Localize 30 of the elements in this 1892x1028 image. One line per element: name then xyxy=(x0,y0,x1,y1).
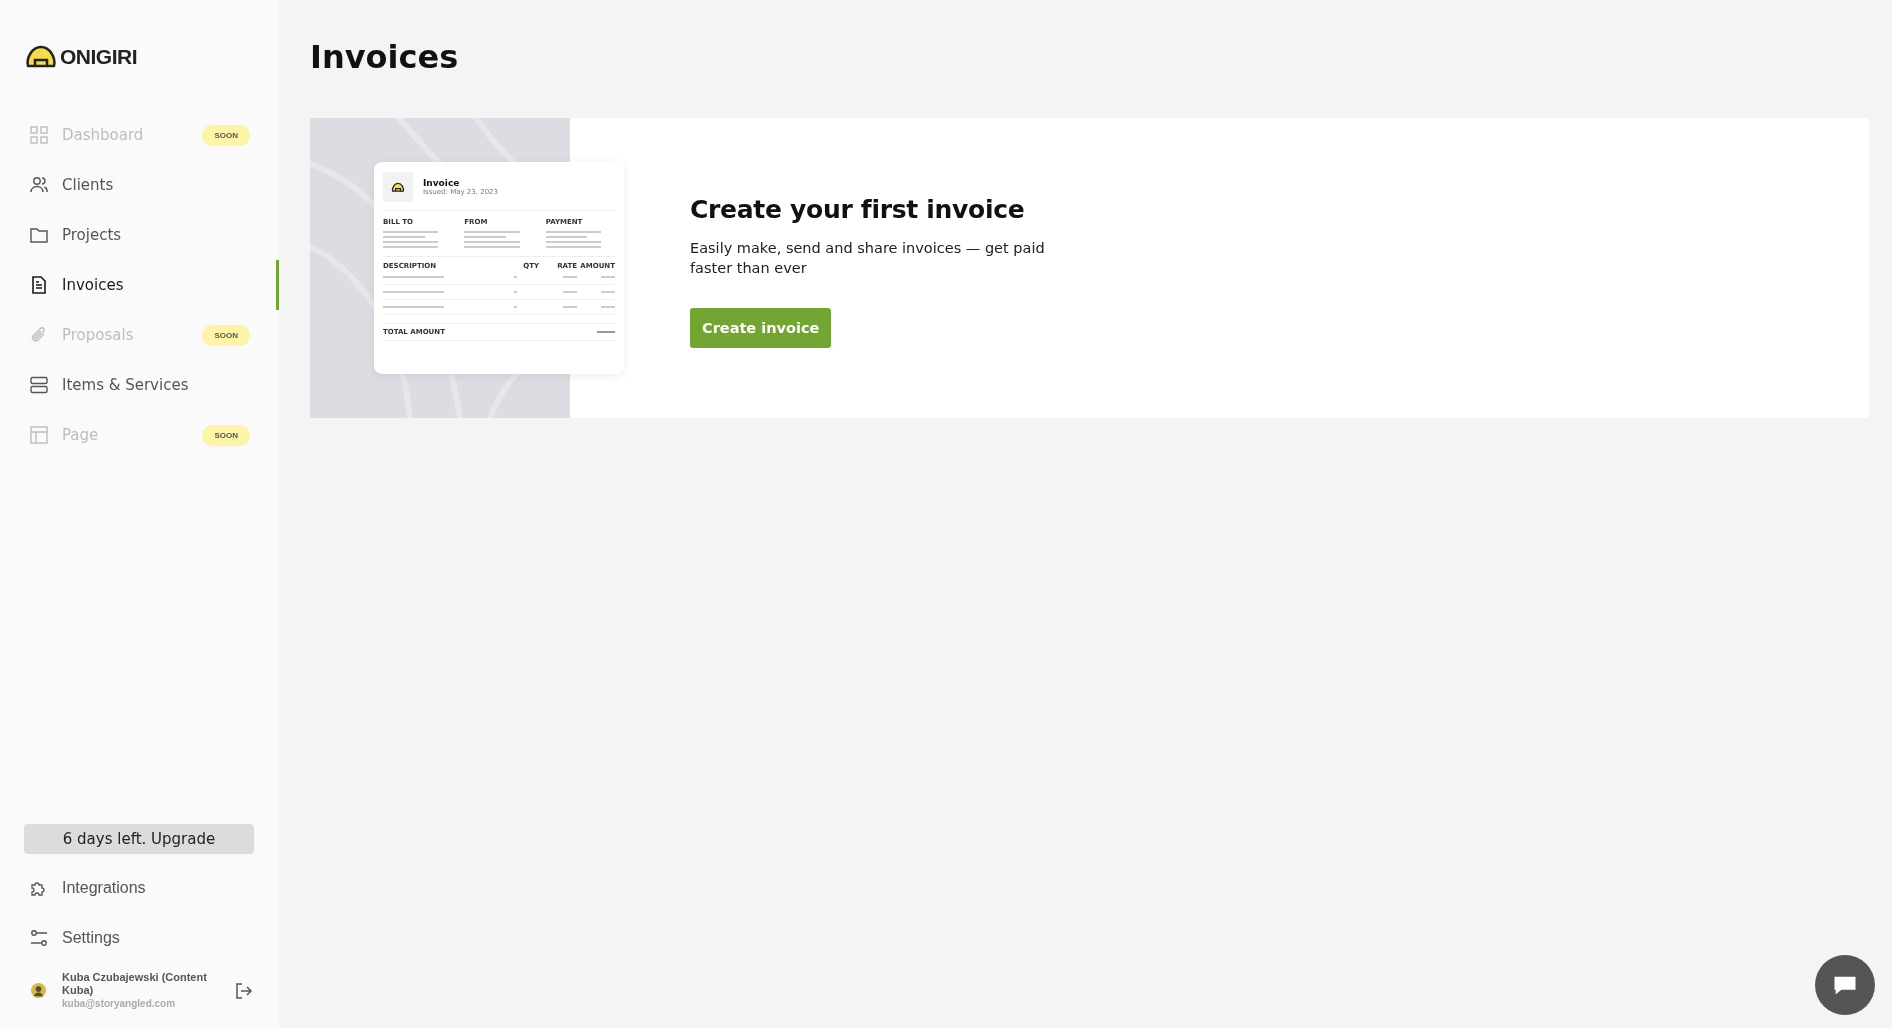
onigiri-logo-icon xyxy=(391,181,405,193)
sliders-icon xyxy=(29,928,49,948)
grid-icon xyxy=(29,125,49,145)
soon-badge: SOON xyxy=(202,124,250,146)
nav-item[interactable]: Items & Services xyxy=(0,360,279,410)
nav-item[interactable]: Clients xyxy=(0,160,279,210)
nav-item[interactable]: Invoices xyxy=(0,260,279,310)
logout-icon[interactable] xyxy=(233,980,253,1001)
preview-title: Invoice xyxy=(423,178,461,188)
folder-icon xyxy=(29,225,49,245)
server-icon xyxy=(29,375,49,395)
soon-badge: SOON xyxy=(202,324,250,346)
avatar xyxy=(31,983,46,998)
nav-item[interactable]: Integrations xyxy=(0,863,279,913)
empty-state-heading: Create your first invoice xyxy=(690,195,1026,224)
chat-button[interactable] xyxy=(1815,955,1875,1015)
page-title: Invoices xyxy=(310,38,460,76)
user-name: Kuba Czubajewski (Content Kuba) xyxy=(62,971,208,997)
onigiri-logo-icon xyxy=(24,44,58,70)
logo-text: ONIGIRI xyxy=(60,45,137,69)
soon-badge: SOON xyxy=(202,424,250,446)
user-email: kuba@storyangled.com xyxy=(62,997,177,1010)
document-icon xyxy=(29,275,49,295)
nav-item[interactable]: Projects xyxy=(0,210,279,260)
nav-item[interactable]: Settings xyxy=(0,913,279,963)
users-icon xyxy=(29,175,49,195)
layout-icon xyxy=(29,425,49,445)
empty-state-text: Easily make, send and share invoices — get paid faster than ever xyxy=(690,239,1046,278)
upgrade-button[interactable]: 6 days left. Upgrade xyxy=(24,824,254,854)
placeholder-line-drawing xyxy=(597,331,615,333)
